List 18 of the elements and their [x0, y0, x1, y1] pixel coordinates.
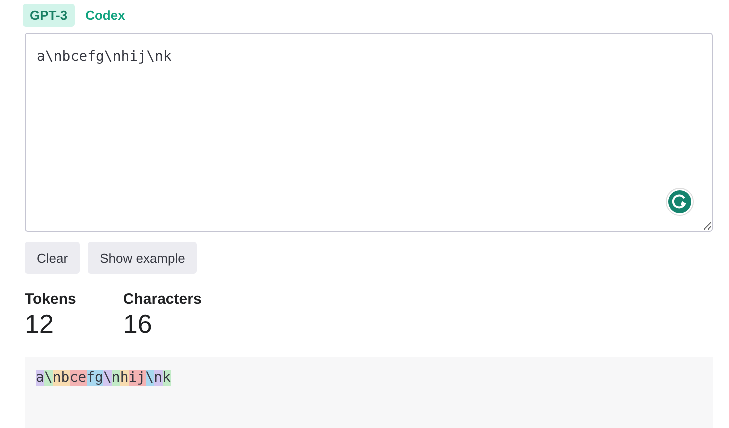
token-highlight: \	[44, 370, 53, 386]
stat-label: Tokens	[25, 291, 76, 308]
circle-arrow-icon[interactable]	[666, 188, 694, 216]
token-highlight: fg	[86, 370, 104, 386]
prompt-input-field[interactable]: a\nbcefg\nhij\nk	[25, 33, 713, 232]
token-highlight: nb	[52, 370, 70, 386]
token-highlight: a	[36, 370, 44, 386]
token-highlight: \	[103, 370, 112, 386]
stat-label: Characters	[123, 291, 202, 308]
model-tab[interactable]: GPT-3	[23, 4, 75, 27]
token-highlight: n	[154, 370, 162, 386]
token-highlight: ij	[128, 370, 146, 386]
show-example-button[interactable]: Show example	[88, 242, 198, 274]
stat-value: 16	[123, 308, 154, 340]
stat-value: 12	[25, 308, 55, 340]
token-highlight: h	[120, 370, 129, 386]
clear-button[interactable]: Clear	[25, 242, 80, 274]
token-highlight: ce	[70, 370, 87, 386]
